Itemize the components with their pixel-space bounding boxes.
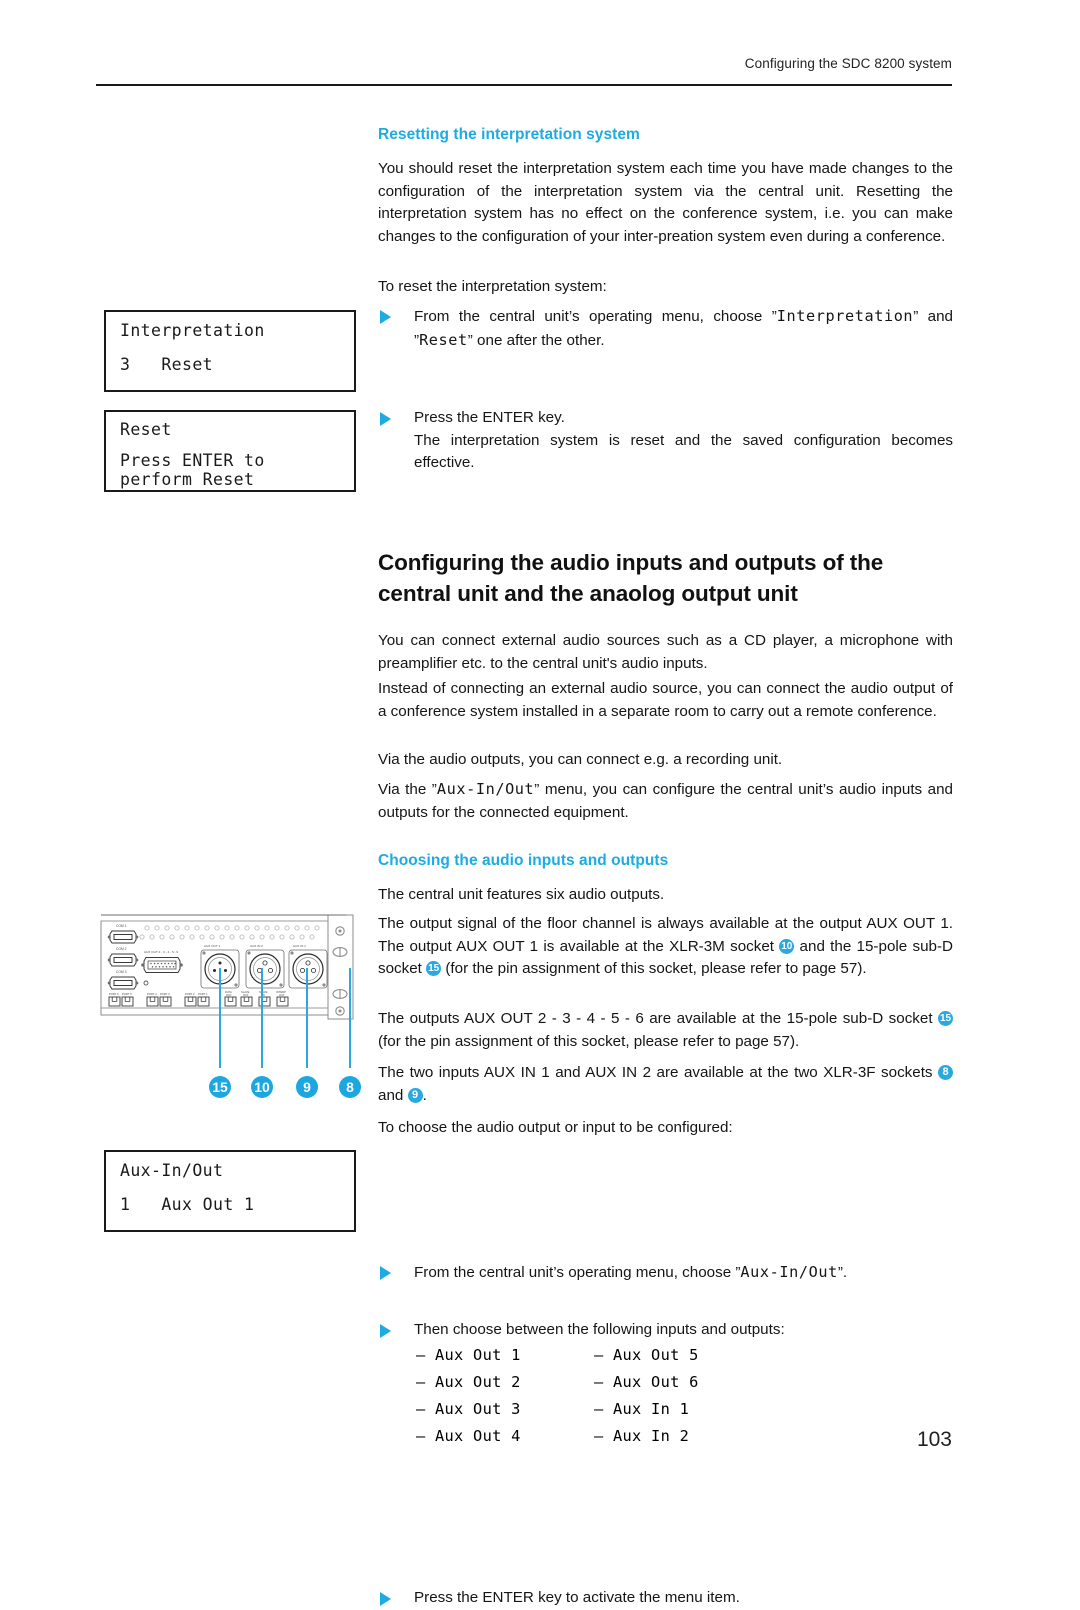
lcd-token-reset: Reset bbox=[419, 330, 468, 349]
paragraph-aux-in-out-menu: Via the ”Aux-In/Out” menu, you can confi… bbox=[378, 778, 953, 824]
panel-callout-9: 9 bbox=[296, 1076, 318, 1098]
lcd-line-2: 1 Aux Out 1 bbox=[120, 1195, 255, 1214]
lcd-line-3: perform Reset bbox=[120, 470, 255, 489]
paragraph-external-sources: You can connect external audio sources s… bbox=[378, 632, 953, 672]
lead-in-choose-audio-io: To choose the audio output or input to b… bbox=[378, 1119, 733, 1136]
svg-text:AUX IN 2: AUX IN 2 bbox=[250, 944, 263, 948]
svg-text:PORT 3: PORT 3 bbox=[160, 992, 170, 996]
lcd-screen-aux-in-out: Aux-In/Out 1 Aux Out 1 bbox=[104, 1150, 356, 1232]
step-choose-aux-in-out: From the central unit’s operating menu, … bbox=[378, 1261, 989, 1285]
callout-badge-15: 15 bbox=[938, 1011, 953, 1026]
step-text-press-enter-activate: Press the ENTER key to activate the menu… bbox=[414, 1589, 740, 1607]
step-press-enter-reset: Press the ENTER key. The interpretation … bbox=[378, 407, 989, 475]
svg-text:COM 3: COM 3 bbox=[116, 970, 127, 974]
svg-text:OUT: OUT bbox=[226, 993, 232, 997]
para-text-c: (for the pin assignment of this socket, … bbox=[441, 960, 867, 978]
paragraph-floor-channel-output: The output signal of the floor channel i… bbox=[378, 913, 953, 981]
option-label: – Aux Out 5 bbox=[594, 1346, 699, 1365]
callout-badge-9: 9 bbox=[407, 1087, 423, 1103]
step-text-pre: From the central unit’s operating menu, … bbox=[414, 1263, 741, 1281]
triangle-bullet-icon bbox=[380, 310, 391, 324]
running-header: Configuring the SDC 8200 system bbox=[744, 56, 952, 71]
step-text-press-enter: Press the ENTER key. bbox=[414, 409, 565, 427]
heading-choosing-audio-io: Choosing the audio inputs and outputs bbox=[378, 852, 669, 869]
lcd-screen-interpretation-menu: Interpretation 3 Reset bbox=[104, 310, 356, 392]
svg-text:PORT 5: PORT 5 bbox=[122, 992, 132, 996]
lcd-screen-reset-confirm: Reset Press ENTER to perform Reset bbox=[104, 410, 356, 492]
svg-text:OUT: OUT bbox=[243, 993, 249, 997]
leader-line-15 bbox=[219, 968, 221, 1068]
central-unit-rear-panel-diagram: COM 1 COM 2 COM 3 AUX OUT 2 - 3 - 4 - 5 … bbox=[100, 912, 355, 1024]
callout-badge-10: 10 bbox=[779, 938, 795, 954]
list-item[interactable]: – Aux Out 3 – Aux In 1 bbox=[416, 1400, 989, 1427]
panel-callout-8: 8 bbox=[339, 1076, 361, 1098]
para-text-pre: Via the ” bbox=[378, 781, 437, 798]
triangle-bullet-icon bbox=[380, 1592, 391, 1607]
lcd-line-1: Interpretation bbox=[120, 321, 265, 340]
lead-in-reset-steps: To reset the interpretation system: bbox=[378, 278, 607, 295]
callout-badge-8: 8 bbox=[938, 1065, 953, 1080]
header-divider bbox=[96, 84, 952, 86]
para-text-b: (for the pin assignment of this socket, … bbox=[378, 1032, 800, 1050]
svg-text:AUX OUT 1: AUX OUT 1 bbox=[204, 944, 221, 948]
heading-configuring-audio-io: Configuring the audio inputs and outputs… bbox=[378, 550, 884, 606]
paragraph-remote-conference: Instead of connecting an external audio … bbox=[378, 680, 953, 720]
lcd-token-aux-in-out: Aux-In/Out bbox=[740, 1262, 838, 1281]
callout-badge-15: 15 bbox=[426, 961, 442, 977]
svg-text:PORT 1: PORT 1 bbox=[198, 992, 208, 996]
paragraph-aux-inputs: The two inputs AUX IN 1 and AUX IN 2 are… bbox=[378, 1062, 953, 1107]
svg-text:COM 1: COM 1 bbox=[116, 924, 127, 928]
leader-line-10 bbox=[261, 968, 263, 1068]
rear-panel-svg: COM 1 COM 2 COM 3 AUX OUT 2 - 3 - 4 - 5 … bbox=[100, 914, 354, 1020]
svg-text:OUT: OUT bbox=[279, 993, 285, 997]
step-text-then-choose: Then choose between the following inputs… bbox=[414, 1320, 785, 1338]
option-label: – Aux Out 1 bbox=[416, 1346, 521, 1365]
svg-text:PORT 4: PORT 4 bbox=[147, 992, 157, 996]
paragraph-recording-unit: Via the audio outputs, you can connect e… bbox=[378, 751, 783, 768]
step-choose-interpretation-reset: From the central unit’s operating menu, … bbox=[378, 305, 989, 352]
lcd-line-1: Reset bbox=[120, 420, 172, 439]
step-detail-reset-effective: The interpretation system is reset and t… bbox=[414, 431, 953, 472]
step-press-enter-activate: Press the ENTER key to activate the menu… bbox=[378, 1587, 989, 1610]
list-item[interactable]: – Aux Out 2 – Aux Out 6 bbox=[416, 1373, 989, 1400]
lcd-token-aux-in-out: Aux-In/Out bbox=[436, 780, 535, 798]
option-label: – Aux Out 4 bbox=[416, 1427, 521, 1446]
lcd-line-1: Aux-In/Out bbox=[120, 1161, 224, 1180]
svg-text:PORT 6: PORT 6 bbox=[109, 992, 119, 996]
option-label: – Aux In 2 bbox=[594, 1427, 690, 1446]
option-label: – Aux Out 2 bbox=[416, 1373, 521, 1392]
triangle-bullet-icon bbox=[380, 1265, 391, 1280]
para-text-a: The two inputs AUX IN 1 and AUX IN 2 are… bbox=[378, 1064, 938, 1081]
svg-text:COM 2: COM 2 bbox=[116, 947, 127, 951]
svg-text:AUX OUT 2 - 3 - 4 - 5 - 6: AUX OUT 2 - 3 - 4 - 5 - 6 bbox=[144, 950, 178, 954]
option-label: – Aux Out 3 bbox=[416, 1400, 521, 1419]
lcd-token-interpretation: Interpretation bbox=[776, 307, 914, 325]
option-label: – Aux Out 6 bbox=[594, 1373, 699, 1392]
paragraph-six-outputs: The central unit features six audio outp… bbox=[378, 886, 665, 903]
leader-line-8 bbox=[349, 968, 351, 1068]
para-text-c: . bbox=[422, 1086, 427, 1104]
step-text-post: ”. bbox=[837, 1263, 848, 1281]
leader-line-9 bbox=[306, 968, 308, 1068]
page-number: 103 bbox=[916, 1428, 952, 1451]
step-text-post: ” one after the other. bbox=[467, 331, 605, 349]
option-label: – Aux In 1 bbox=[594, 1400, 690, 1419]
svg-text:AUX IN 1: AUX IN 1 bbox=[293, 944, 306, 948]
svg-text:PORT 2: PORT 2 bbox=[185, 992, 195, 996]
list-item[interactable]: – Aux Out 1 – Aux Out 5 bbox=[416, 1346, 989, 1373]
paragraph-reset-intro: You should reset the interpretation syst… bbox=[378, 160, 953, 245]
triangle-bullet-icon bbox=[380, 1323, 391, 1338]
paragraph-outputs-2-to-6: The outputs AUX OUT 2 - 3 - 4 - 5 - 6 ar… bbox=[378, 1008, 953, 1053]
para-text-b: and bbox=[378, 1086, 408, 1104]
panel-callout-15: 15 bbox=[209, 1076, 231, 1098]
lcd-line-2: 3 Reset bbox=[120, 355, 214, 374]
para-text-a: The outputs AUX OUT 2 - 3 - 4 - 5 - 6 ar… bbox=[378, 1010, 938, 1027]
heading-resetting-interpretation-system: Resetting the interpretation system bbox=[378, 126, 640, 143]
step-text-pre: From the central unit’s operating menu, … bbox=[414, 308, 777, 325]
lcd-line-2: Press ENTER to bbox=[120, 451, 265, 470]
triangle-bullet-icon bbox=[380, 412, 391, 427]
panel-callout-10: 10 bbox=[251, 1076, 273, 1098]
